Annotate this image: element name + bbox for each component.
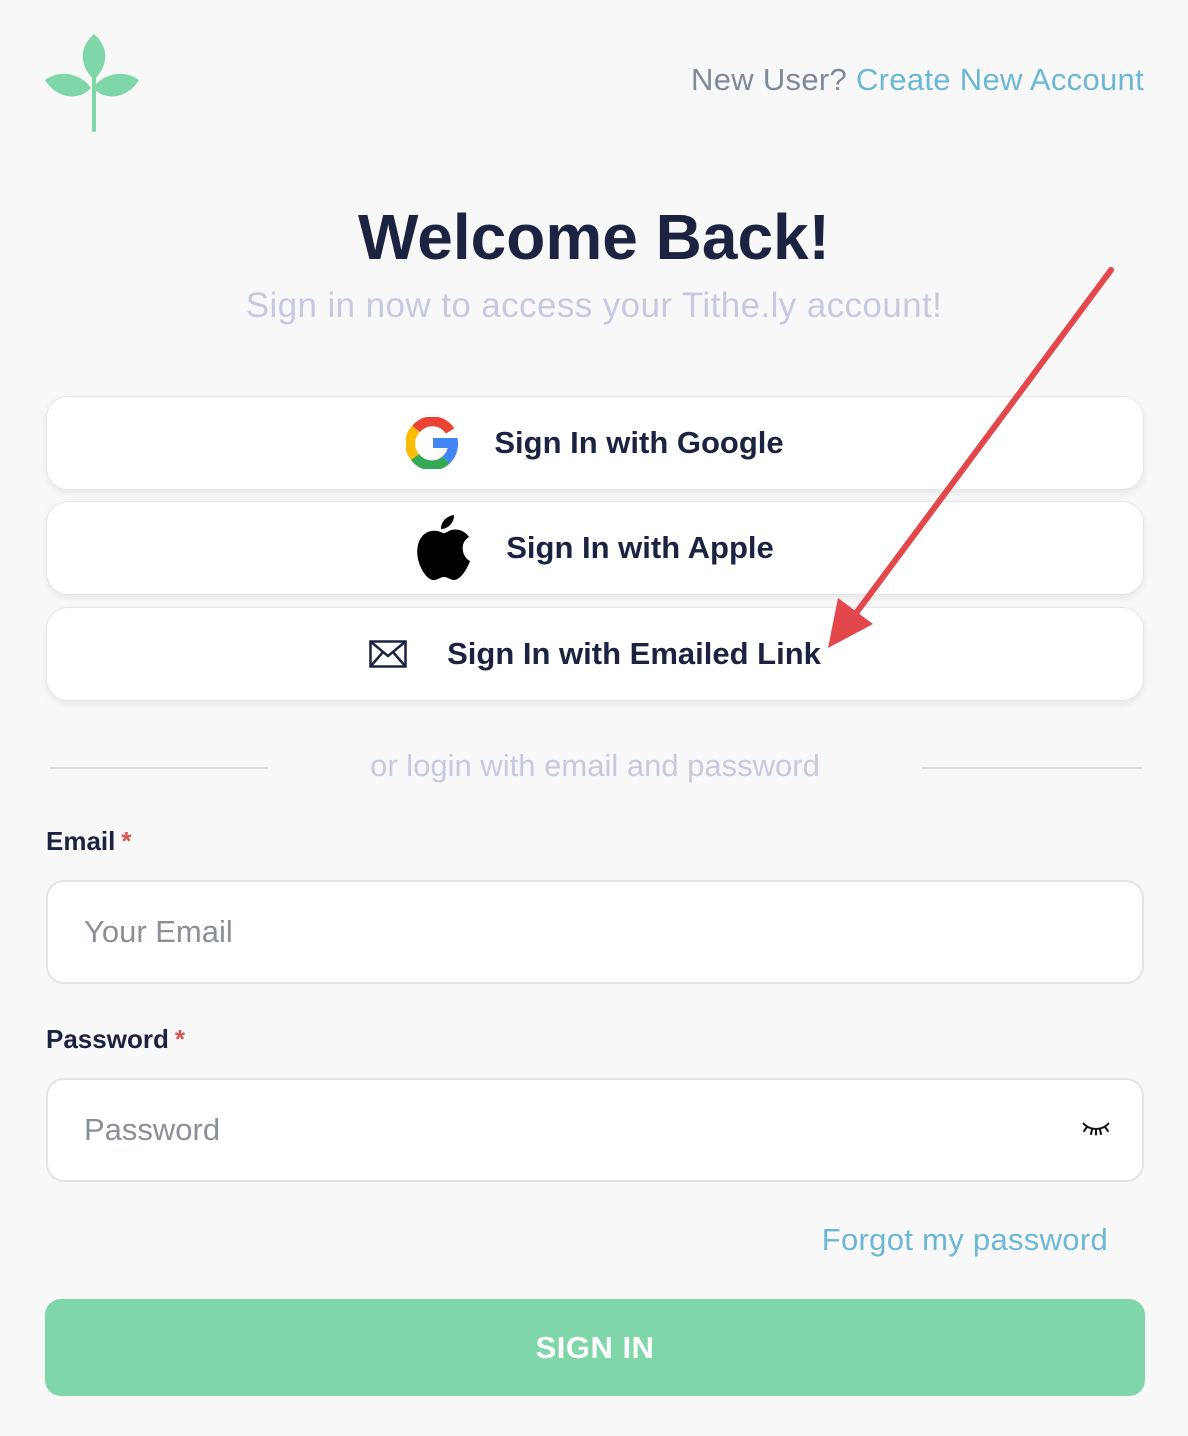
forgot-password-link[interactable]: Forgot my password <box>822 1222 1108 1258</box>
divider-text: or login with email and password <box>268 746 922 786</box>
eye-closed-icon[interactable] <box>1082 1120 1110 1141</box>
email-label: Email * <box>46 826 132 856</box>
envelope-icon <box>369 640 407 668</box>
email-link-signin-label: Sign In with Emailed Link <box>447 636 821 671</box>
email-field[interactable] <box>48 882 1142 982</box>
new-user-prompt: New User? Create New Account <box>691 62 1144 98</box>
divider-line-right <box>922 767 1142 769</box>
email-field-container <box>46 880 1144 984</box>
leaf-sprout-logo-icon <box>45 34 139 132</box>
tithely-logo[interactable] <box>44 32 140 132</box>
apple-signin-label: Sign In with Apple <box>506 530 774 565</box>
sign-in-button[interactable]: SIGN IN <box>45 1299 1145 1396</box>
page-subtitle: Sign in now to access your Tithe.ly acco… <box>245 286 943 325</box>
apple-icon <box>416 515 471 581</box>
email-link-signin-button[interactable]: Sign In with Emailed Link <box>46 607 1144 701</box>
google-signin-label: Sign In with Google <box>494 425 784 460</box>
google-signin-button[interactable]: Sign In with Google <box>46 396 1144 490</box>
required-mark: * <box>174 1024 185 1054</box>
google-icon <box>406 417 459 469</box>
password-field-container <box>46 1078 1144 1182</box>
password-label: Password * <box>46 1024 185 1054</box>
create-account-link[interactable]: Create New Account <box>856 62 1144 97</box>
page-title: Welcome Back! <box>358 201 830 273</box>
new-user-text: New User? <box>691 62 848 97</box>
required-mark: * <box>121 826 132 856</box>
apple-signin-button[interactable]: Sign In with Apple <box>46 501 1144 595</box>
password-field[interactable] <box>48 1080 1142 1180</box>
divider-line-left <box>50 767 268 769</box>
